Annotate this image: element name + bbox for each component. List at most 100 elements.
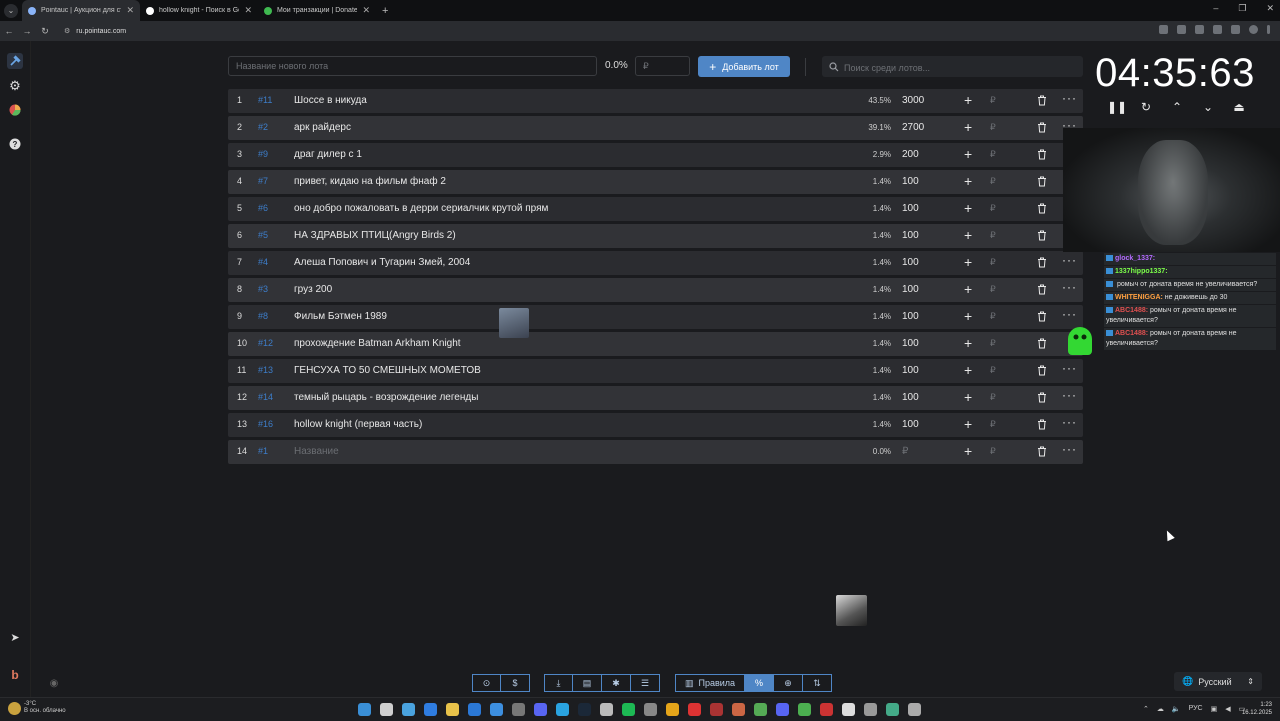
trash-icon[interactable]: [1037, 95, 1047, 109]
minecraft-icon[interactable]: [798, 703, 811, 716]
trash-icon[interactable]: [1037, 230, 1047, 244]
wifi-icon[interactable]: ▣: [1211, 705, 1218, 713]
lot-amount[interactable]: 100: [902, 230, 919, 241]
lot-name[interactable]: Фильм Бэтмен 1989: [294, 311, 387, 322]
profile-avatar[interactable]: [1249, 25, 1258, 34]
lot-amount[interactable]: 2700: [902, 122, 924, 133]
lot-amount[interactable]: 100: [902, 338, 919, 349]
more-options-icon[interactable]: ···: [1062, 415, 1077, 429]
lot-search-input[interactable]: [842, 56, 1082, 79]
lot-amount[interactable]: 200: [902, 149, 919, 160]
timer-up-icon[interactable]: ⌃: [1169, 100, 1185, 116]
add-amount-icon[interactable]: +: [964, 389, 972, 405]
extension-icon[interactable]: [1231, 25, 1240, 34]
lot-name[interactable]: прохождение Batman Arkham Knight: [294, 338, 461, 349]
settings-gear-icon[interactable]: ⚙: [7, 78, 23, 94]
add-lot-button[interactable]: + Добавить лот: [698, 56, 790, 77]
bug-icon[interactable]: ✱: [602, 674, 631, 692]
tab-close-icon[interactable]: ✕: [126, 5, 134, 16]
lot-name[interactable]: темный рыцарь - возрождение легенды: [294, 392, 478, 403]
lot-id-link[interactable]: #11: [258, 95, 272, 105]
folder-icon[interactable]: [446, 703, 459, 716]
trash-icon[interactable]: [1037, 311, 1047, 325]
lot-amount[interactable]: 100: [902, 257, 919, 268]
trash-icon[interactable]: [1037, 257, 1047, 271]
add-amount-input[interactable]: ₽: [990, 338, 996, 349]
visibility-eye-icon[interactable]: ◉: [46, 675, 62, 691]
chrome-icon[interactable]: [666, 703, 679, 716]
tab-close-icon[interactable]: ✕: [244, 5, 252, 16]
add-amount-input[interactable]: ₽: [990, 446, 996, 457]
tray-chevron-icon[interactable]: ⌃: [1143, 705, 1149, 713]
tray-network-icon[interactable]: ☁: [1157, 705, 1164, 713]
obs-icon[interactable]: [600, 703, 613, 716]
lot-amount[interactable]: ₽: [902, 446, 908, 457]
lot-id-link[interactable]: #16: [258, 419, 273, 429]
lot-id-link[interactable]: #14: [258, 392, 273, 402]
add-amount-icon[interactable]: +: [964, 146, 972, 162]
close-window-icon[interactable]: ✕: [1266, 3, 1274, 14]
reset-timer-icon[interactable]: ↻: [1138, 100, 1154, 116]
forward-icon[interactable]: →: [18, 26, 36, 36]
add-amount-input[interactable]: ₽: [990, 176, 996, 187]
add-amount-input[interactable]: ₽: [990, 95, 996, 106]
add-amount-input[interactable]: ₽: [990, 392, 996, 403]
browser-menu-icon[interactable]: [1267, 25, 1270, 34]
keyboard-lang[interactable]: РУС: [1189, 705, 1203, 713]
lot-amount[interactable]: 100: [902, 311, 919, 322]
github-icon[interactable]: ⊙: [472, 674, 501, 692]
add-amount-icon[interactable]: +: [964, 335, 972, 351]
trash-icon[interactable]: [1037, 392, 1047, 406]
download-icon[interactable]: ⤓: [544, 674, 573, 692]
lot-id-link[interactable]: #9: [258, 149, 268, 159]
percent-toggle-icon[interactable]: %: [745, 674, 774, 692]
lot-id-link[interactable]: #3: [258, 284, 268, 294]
help-icon[interactable]: ?: [7, 136, 23, 152]
add-amount-icon[interactable]: +: [964, 416, 972, 432]
minimize-icon[interactable]: –: [1213, 3, 1218, 14]
lot-id-link[interactable]: #6: [258, 203, 268, 213]
weather-icon[interactable]: [8, 702, 21, 715]
trash-icon[interactable]: [1037, 419, 1047, 433]
add-amount-input[interactable]: ₽: [990, 257, 996, 268]
add-amount-input[interactable]: ₽: [990, 284, 996, 295]
rules-button[interactable]: ▥ Правила: [675, 674, 745, 692]
site-info-icon[interactable]: ⚙: [64, 27, 70, 35]
archive-icon[interactable]: ▤: [573, 674, 602, 692]
app-icon[interactable]: [842, 703, 855, 716]
add-amount-icon[interactable]: +: [964, 443, 972, 459]
extension-icon[interactable]: [1213, 25, 1222, 34]
language-select[interactable]: 🌐 Русский ⇕: [1174, 672, 1262, 691]
trash-icon[interactable]: [1037, 149, 1047, 163]
back-icon[interactable]: ←: [0, 26, 18, 36]
lot-name[interactable]: груз 200: [294, 284, 332, 295]
lot-id-link[interactable]: #1: [258, 446, 268, 456]
browser-tab[interactable]: Pointauc | Аукцион для стрима ✕: [22, 0, 140, 21]
add-amount-input[interactable]: ₽: [990, 365, 996, 376]
lot-amount[interactable]: 3000: [902, 95, 924, 106]
more-options-icon[interactable]: ···: [1062, 388, 1077, 402]
telegram-icon[interactable]: ➤: [7, 629, 23, 645]
lot-name[interactable]: ГЕНСУХА ТО 50 СМЕШНЫХ МОМЕТОВ: [294, 365, 481, 376]
lot-id-link[interactable]: #2: [258, 122, 268, 132]
address-bar[interactable]: ⚙ ru.pointauc.com: [58, 24, 1164, 38]
more-options-icon[interactable]: ···: [1062, 280, 1077, 294]
add-amount-icon[interactable]: +: [964, 92, 972, 108]
list-icon[interactable]: ☰: [631, 674, 660, 692]
browser-tab[interactable]: hollow knight - Поиск в Google ✕: [140, 0, 258, 21]
add-amount-input[interactable]: ₽: [990, 203, 996, 214]
telegram-icon[interactable]: [556, 703, 569, 716]
app-icon[interactable]: [754, 703, 767, 716]
add-amount-icon[interactable]: +: [964, 281, 972, 297]
lot-name[interactable]: НА ЗДРАВЫХ ПТИЦ(Angry Birds 2): [294, 230, 456, 241]
tab-close-icon[interactable]: ✕: [362, 5, 370, 16]
new-lot-amount-input[interactable]: [635, 56, 690, 76]
speaker-icon[interactable]: ◀: [1225, 705, 1230, 713]
lot-name[interactable]: привет, кидаю на фильм фнаф 2: [294, 176, 446, 187]
lot-name[interactable]: Алеша Попович и Тугарин Змей, 2004: [294, 257, 470, 268]
wheel-pie-icon[interactable]: [7, 102, 23, 118]
add-amount-input[interactable]: ₽: [990, 122, 996, 133]
steam-icon[interactable]: [578, 703, 591, 716]
app-icon[interactable]: [776, 703, 789, 716]
app-icon[interactable]: [820, 703, 833, 716]
